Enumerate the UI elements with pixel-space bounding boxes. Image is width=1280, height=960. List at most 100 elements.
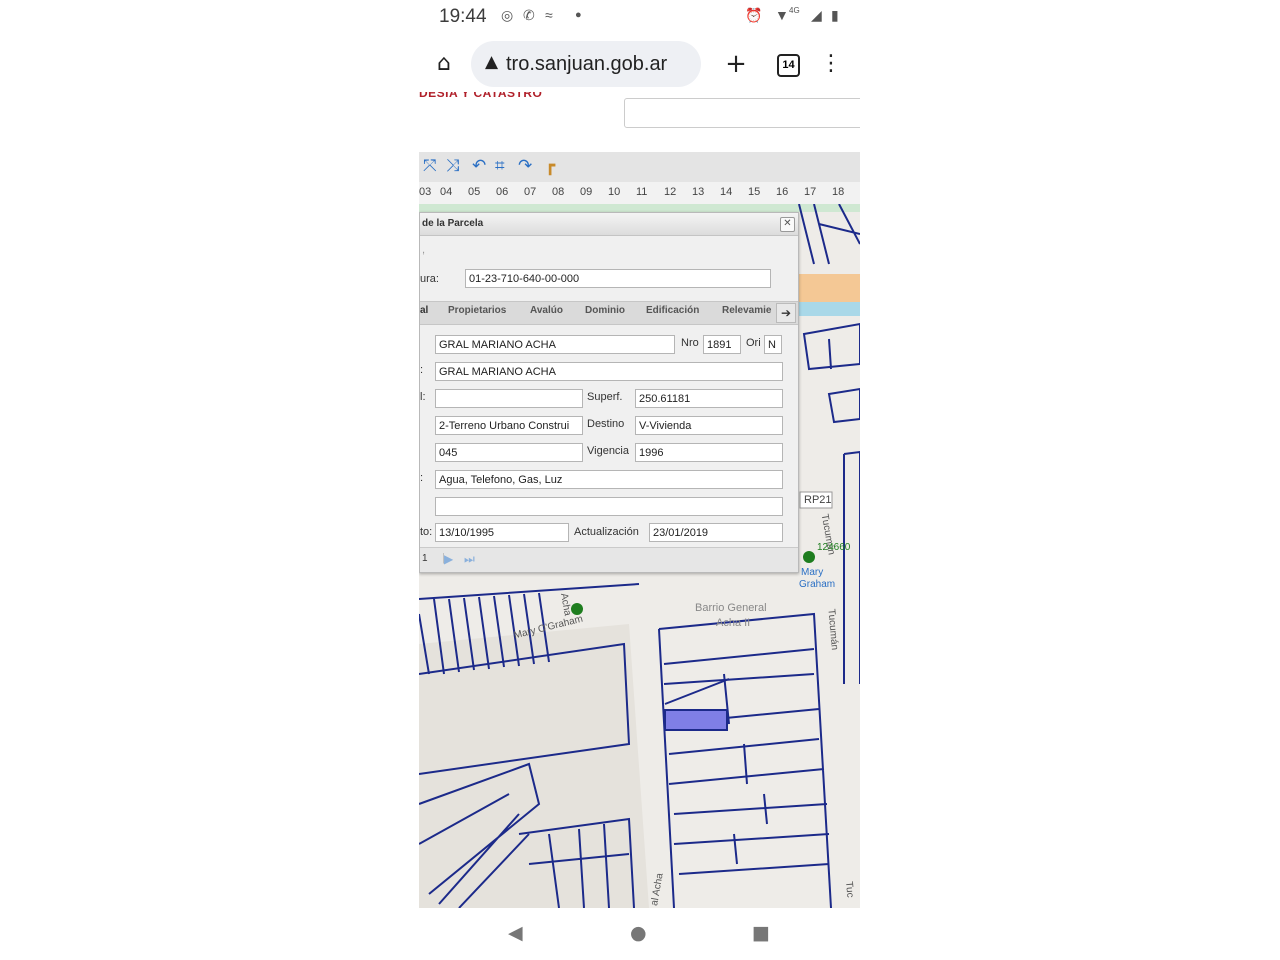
- close-icon[interactable]: ✕: [780, 217, 795, 232]
- ruler-tick[interactable]: 15: [748, 186, 760, 198]
- dialog-titlebar[interactable]: de la Parcela ✕: [420, 213, 798, 236]
- tab-relevamiento[interactable]: Relevamie: [722, 305, 771, 316]
- whatsapp-icon: ✆: [523, 7, 535, 23]
- map-water: [799, 302, 860, 316]
- observaciones-field[interactable]: [435, 497, 783, 516]
- barrio-label: Barrio General: [695, 602, 767, 614]
- battery-icon: ▮: [831, 7, 839, 23]
- tipo-field[interactable]: 2-Terreno Urbano Construi: [435, 416, 583, 435]
- barrio-label: Acha II: [716, 617, 751, 629]
- superf-field[interactable]: 250.61181: [635, 389, 783, 408]
- tab-propietarios[interactable]: Propietarios: [448, 305, 506, 316]
- next-page-icon[interactable]: ▶: [444, 552, 453, 566]
- url-text[interactable]: tro.sanjuan.gob.ar: [506, 53, 667, 76]
- site-brand: DESIA Y CATASTRO: [419, 92, 543, 100]
- zona-field[interactable]: 045: [435, 443, 583, 462]
- ruler-tick[interactable]: 08: [552, 186, 564, 198]
- ruler-tick[interactable]: 11: [636, 186, 647, 198]
- tab-edificacion[interactable]: Edificación: [646, 305, 699, 316]
- undo-icon[interactable]: ↶: [472, 156, 486, 176]
- nro-field[interactable]: 1891: [703, 335, 741, 354]
- destino-label: Destino: [587, 418, 625, 430]
- poi-label: Mary: [801, 567, 824, 578]
- dialog-tabs: al Propietarios Avalúo Dominio Edificaci…: [420, 301, 798, 325]
- map-green-strip: [419, 204, 860, 212]
- site-header: DESIA Y CATASTRO: [419, 92, 860, 152]
- ruler-tick[interactable]: 12: [664, 186, 676, 198]
- servicios-field[interactable]: Agua, Telefono, Gas, Luz: [435, 470, 783, 489]
- ruler-tick[interactable]: 13: [692, 186, 704, 198]
- tab-dominio[interactable]: Dominio: [585, 305, 625, 316]
- recents-icon[interactable]: ■: [752, 922, 770, 944]
- map-point-marker[interactable]: [803, 551, 815, 563]
- tab-switcher-button[interactable]: 14: [777, 54, 800, 77]
- ruler-tick[interactable]: 05: [468, 186, 480, 198]
- measure-icon[interactable]: ┏: [545, 156, 555, 176]
- map-block-area: [419, 624, 649, 908]
- web-content: DESIA Y CATASTRO ⤧ ⤨ ↶ ⌗ ↷ ┏ 03 04 05 06…: [419, 92, 860, 908]
- selected-parcel[interactable]: [664, 709, 728, 731]
- field3-input[interactable]: [435, 389, 583, 408]
- back-icon[interactable]: ◀: [508, 922, 523, 944]
- phone-screen: 19:44 ◎ ✆ ≈ ● ⏰ ▼ 4G ◢ ▮ ⌂ ▲ tro.sanjuan…: [419, 0, 860, 960]
- zoom-out-icon[interactable]: ⤨: [446, 156, 460, 176]
- ori-label: Ori: [746, 337, 761, 349]
- arrow-right-icon[interactable]: ➔: [776, 303, 796, 323]
- ruler-tick[interactable]: 09: [580, 186, 592, 198]
- route-label: RP21: [804, 494, 832, 506]
- ruler-tick[interactable]: 14: [720, 186, 732, 198]
- field3-label: l:: [420, 391, 426, 403]
- ruler-tick[interactable]: 10: [608, 186, 620, 198]
- tab-general[interactable]: al: [420, 305, 428, 316]
- parcel-dialog: de la Parcela ✕ , ura: 01-23-710-640-00-…: [419, 212, 799, 573]
- map-road-orange: [799, 274, 860, 302]
- ruler-tick[interactable]: 04: [440, 186, 452, 198]
- calle-field[interactable]: GRAL MARIANO ACHA: [435, 335, 675, 354]
- destino-field[interactable]: V-Vivienda: [635, 416, 783, 435]
- vigencia-field[interactable]: 1996: [635, 443, 783, 462]
- new-tab-icon[interactable]: +: [721, 49, 751, 79]
- dialog-pager: 1 | ▶ ⏭: [420, 547, 798, 572]
- system-nav-bar: ◀ ● ■: [419, 908, 860, 960]
- actualizacion-field[interactable]: 23/01/2019: [649, 523, 783, 542]
- home-nav-icon[interactable]: ●: [630, 922, 647, 944]
- nomenclatura-field[interactable]: 01-23-710-640-00-000: [465, 269, 771, 288]
- wifi-icon: ▼: [775, 7, 789, 23]
- ruler-tick[interactable]: 07: [524, 186, 536, 198]
- warning-icon[interactable]: ▲: [485, 52, 498, 72]
- last-page-icon[interactable]: ⏭: [464, 552, 475, 567]
- nro-label: Nro: [681, 337, 699, 349]
- zoom-in-icon[interactable]: ⤧: [423, 156, 437, 176]
- home-icon[interactable]: ⌂: [429, 49, 459, 79]
- ruler-tick[interactable]: 18: [832, 186, 844, 198]
- network-type: 4G: [789, 6, 800, 15]
- alarm-icon: ⏰: [745, 7, 763, 23]
- more-menu-icon[interactable]: ⋮: [816, 49, 846, 79]
- superf-label: Superf.: [587, 391, 623, 403]
- point-code-label: 124660: [817, 542, 851, 553]
- nomenclatura-label: ura:: [420, 273, 439, 285]
- redo-icon[interactable]: ↷: [518, 156, 532, 176]
- fecha-label: to:: [420, 526, 433, 538]
- ruler-tick[interactable]: 16: [776, 186, 788, 198]
- ruler-tick[interactable]: 17: [804, 186, 816, 198]
- street-label: Tuc: [842, 880, 856, 899]
- status-time: 19:44: [439, 6, 487, 27]
- fecha-field[interactable]: 13/10/1995: [435, 523, 569, 542]
- ori-field[interactable]: N: [764, 335, 782, 354]
- dot-icon: ●: [575, 9, 582, 21]
- ruler-tick[interactable]: 03: [419, 186, 431, 198]
- status-bar: 19:44 ◎ ✆ ≈ ● ⏰ ▼ 4G ◢ ▮: [419, 0, 860, 34]
- signal-icon: ◢: [811, 7, 822, 23]
- actualizacion-label: Actualización: [574, 526, 639, 538]
- site-search-input[interactable]: [624, 98, 860, 128]
- address-bar[interactable]: ▲ tro.sanjuan.gob.ar: [471, 41, 701, 87]
- pager-page: 1: [422, 553, 428, 564]
- browser-toolbar: ⌂ ▲ tro.sanjuan.gob.ar + 14 ⋮: [419, 36, 860, 92]
- tab-avaluo[interactable]: Avalúo: [530, 305, 563, 316]
- dialog-title: de la Parcela: [422, 218, 484, 229]
- ruler-tick[interactable]: 06: [496, 186, 508, 198]
- servicios-label: :: [420, 472, 424, 484]
- extent-icon[interactable]: ⌗: [495, 156, 505, 176]
- calle2-field[interactable]: GRAL MARIANO ACHA: [435, 362, 783, 381]
